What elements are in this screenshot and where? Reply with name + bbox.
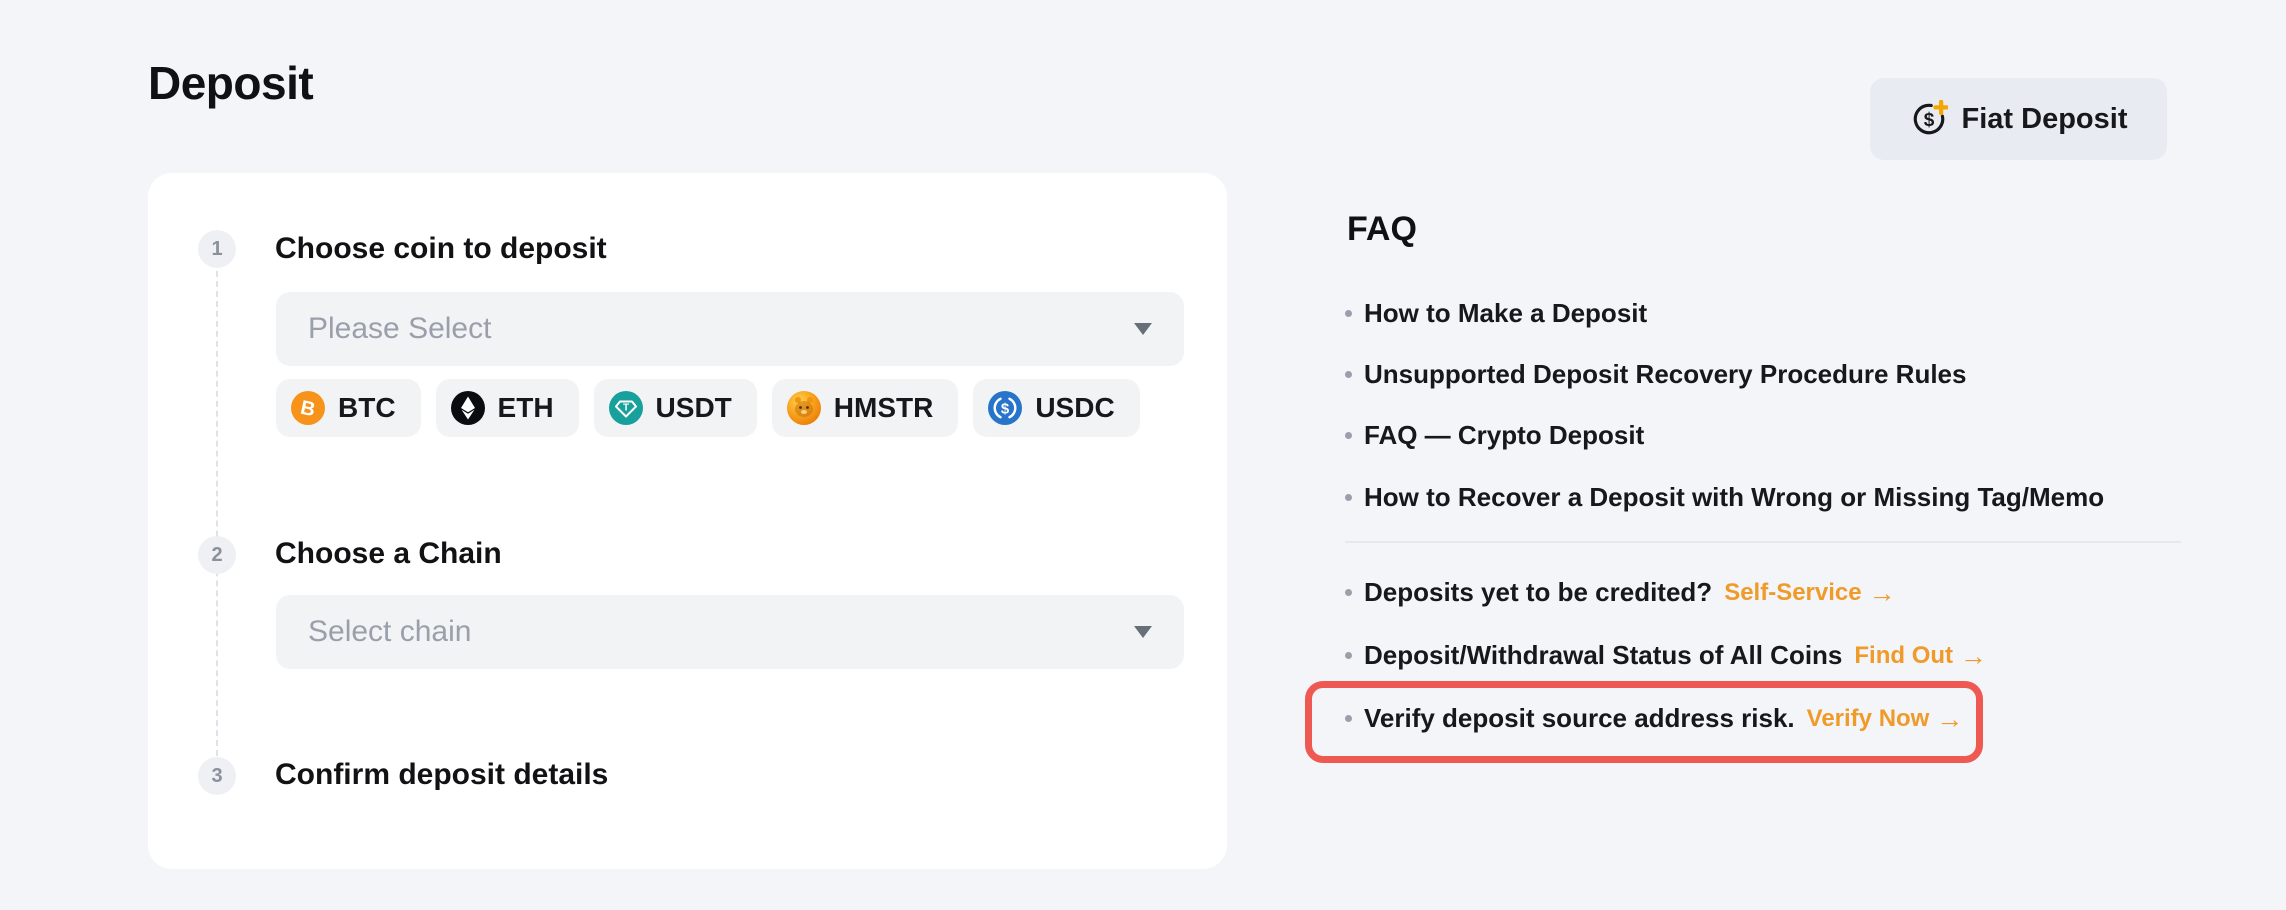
- faq-link-recover-wrong-tag-memo[interactable]: How to Recover a Deposit with Wrong or M…: [1345, 482, 2104, 513]
- coin-chip-label: ETH: [498, 392, 554, 424]
- coin-select[interactable]: Please Select: [276, 292, 1184, 366]
- chevron-down-icon: [1134, 323, 1152, 335]
- arrow-right-icon[interactable]: →: [1960, 640, 1987, 672]
- coin-chip-label: HMSTR: [834, 392, 934, 424]
- fiat-coin-dollar-plus-icon: $: [1910, 100, 1948, 138]
- svg-text:$: $: [1001, 401, 1010, 418]
- fiat-deposit-label: Fiat Deposit: [1962, 103, 2128, 136]
- page-title: Deposit: [148, 56, 313, 110]
- bullet-icon: [1345, 432, 1352, 439]
- chevron-down-icon: [1134, 626, 1152, 638]
- usdt-icon: T: [609, 391, 643, 425]
- svg-text:$: $: [1923, 110, 1934, 131]
- self-service-link[interactable]: Self-Service: [1724, 577, 1861, 609]
- bullet-icon: [1345, 494, 1352, 501]
- coin-chip-usdt[interactable]: T USDT: [594, 379, 757, 437]
- faq-divider: [1345, 541, 2181, 543]
- step-connector-line: [216, 271, 218, 776]
- step-2-title: Choose a Chain: [275, 537, 502, 571]
- coin-chip-usdc[interactable]: $ USDC: [973, 379, 1139, 437]
- eth-icon: [451, 391, 485, 425]
- usdc-icon: $: [988, 391, 1022, 425]
- faq-link-unsupported-deposit-recovery[interactable]: Unsupported Deposit Recovery Procedure R…: [1345, 359, 1966, 390]
- svg-text:T: T: [622, 403, 628, 414]
- quick-coin-chips: B BTC ETH T USDT: [276, 379, 1140, 437]
- coin-chip-eth[interactable]: ETH: [436, 379, 579, 437]
- faq-action-deposits-not-credited: Deposits yet to be credited? Self-Servic…: [1345, 577, 1896, 609]
- step-3-title: Confirm deposit details: [275, 758, 608, 792]
- bullet-icon: [1345, 371, 1352, 378]
- coin-chip-btc[interactable]: B BTC: [276, 379, 421, 437]
- faq-link-crypto-deposit[interactable]: FAQ — Crypto Deposit: [1345, 420, 1644, 451]
- btc-icon: B: [291, 391, 325, 425]
- coin-chip-hmstr[interactable]: HMSTR: [772, 379, 959, 437]
- coin-select-placeholder: Please Select: [308, 312, 491, 346]
- verify-now-link[interactable]: Verify Now: [1807, 703, 1930, 735]
- step-3-badge: 3: [198, 757, 236, 795]
- step-2-badge: 2: [198, 536, 236, 574]
- faq-action-deposit-withdrawal-status: Deposit/Withdrawal Status of All Coins F…: [1345, 640, 1987, 672]
- bullet-icon: [1345, 652, 1352, 659]
- coin-chip-label: USDC: [1035, 392, 1114, 424]
- bullet-icon: [1345, 715, 1352, 722]
- chain-select[interactable]: Select chain: [276, 595, 1184, 669]
- chain-select-placeholder: Select chain: [308, 615, 471, 649]
- step-1-badge: 1: [198, 230, 236, 268]
- bullet-icon: [1345, 310, 1352, 317]
- hmstr-icon: [787, 391, 821, 425]
- deposit-steps-card: 1 Choose coin to deposit Please Select B…: [148, 173, 1227, 869]
- arrow-right-icon[interactable]: →: [1936, 703, 1963, 735]
- arrow-right-icon[interactable]: →: [1869, 577, 1896, 609]
- find-out-link[interactable]: Find Out: [1854, 640, 1953, 672]
- faq-link-how-to-make-a-deposit[interactable]: How to Make a Deposit: [1345, 298, 1647, 329]
- deposit-page: Deposit $ Fiat Deposit 1 Choose coin to …: [0, 0, 2286, 910]
- step-1-title: Choose coin to deposit: [275, 232, 607, 266]
- coin-chip-label: USDT: [656, 392, 732, 424]
- coin-chip-label: BTC: [338, 392, 396, 424]
- bullet-icon: [1345, 589, 1352, 596]
- faq-action-verify-deposit-source: Verify deposit source address risk. Veri…: [1345, 703, 1963, 735]
- faq-title: FAQ: [1347, 210, 1417, 249]
- fiat-deposit-button[interactable]: $ Fiat Deposit: [1870, 78, 2167, 160]
